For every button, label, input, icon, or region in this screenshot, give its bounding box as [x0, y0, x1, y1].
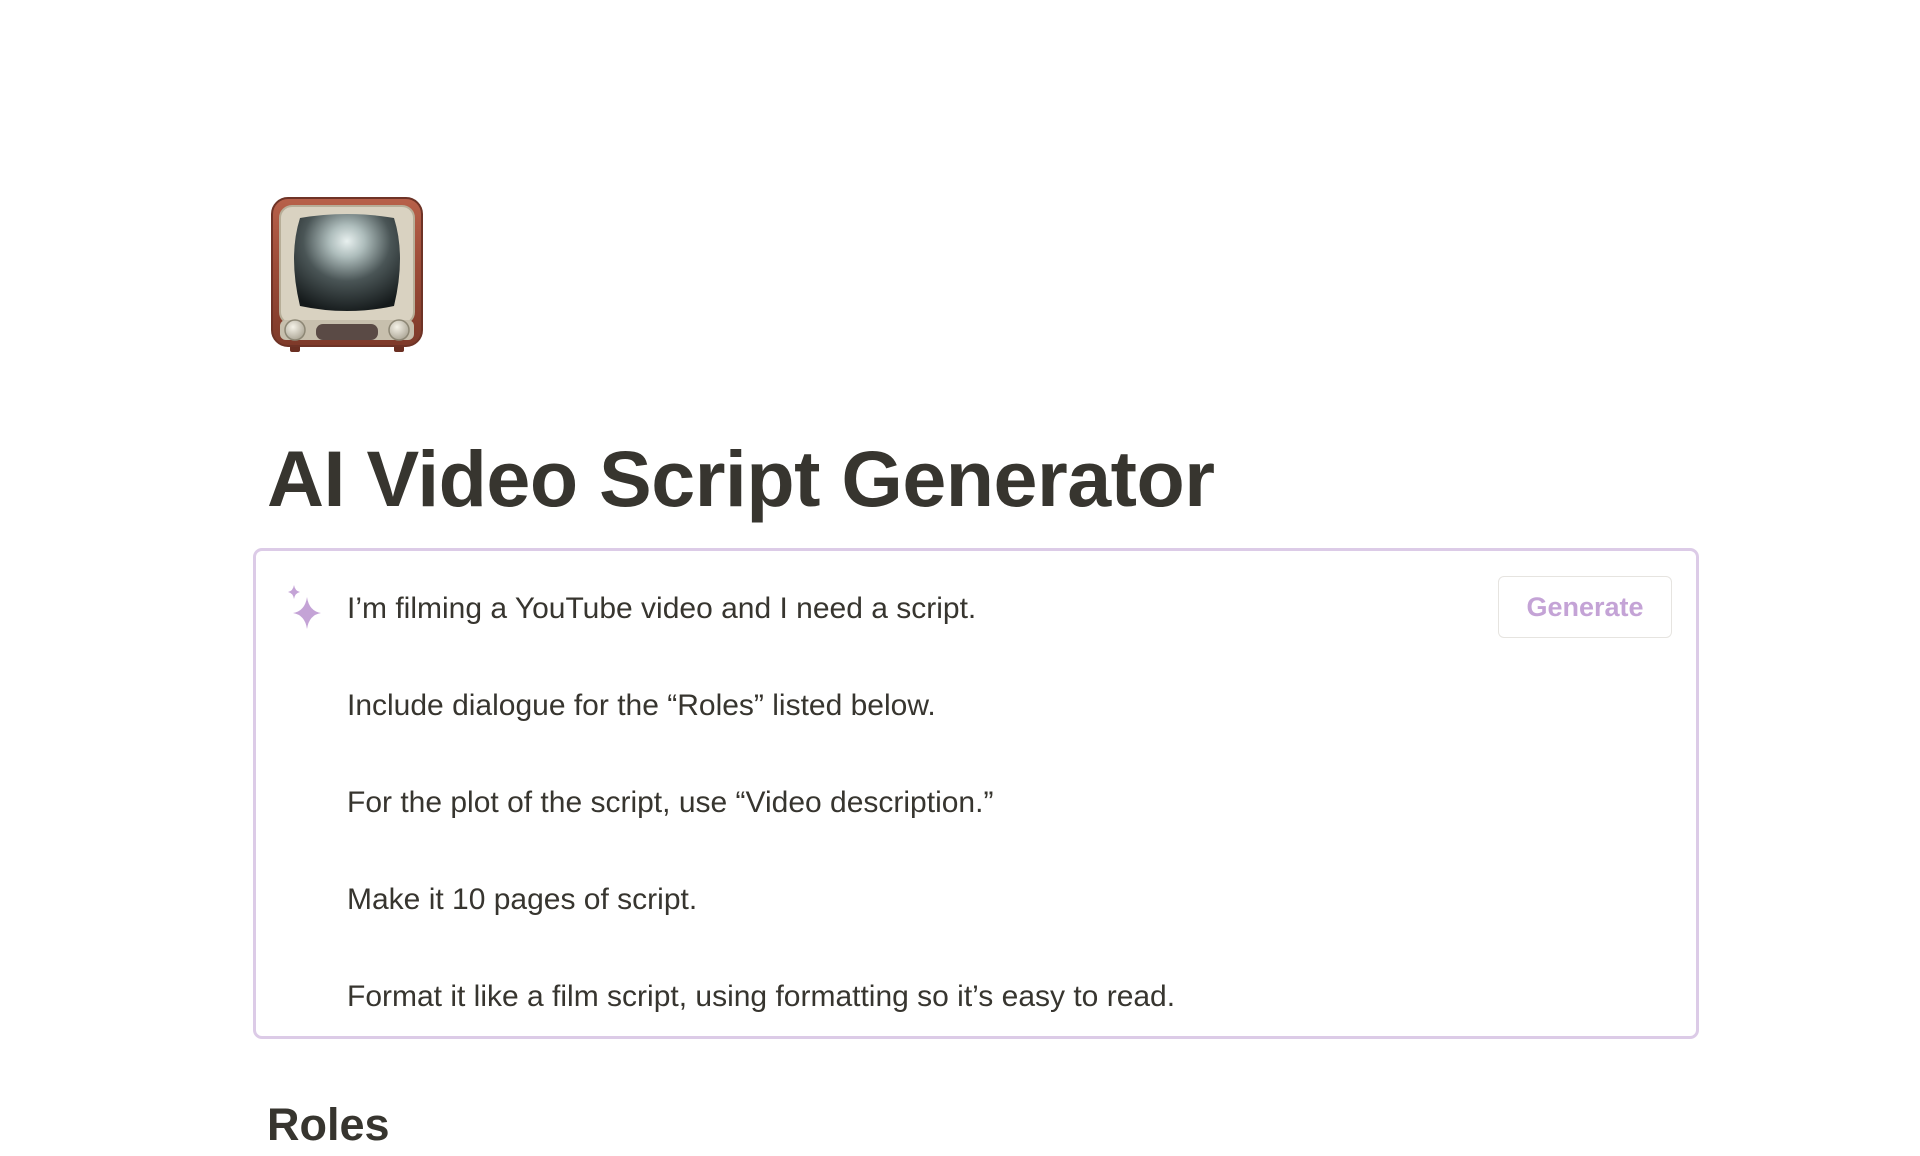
prompt-text[interactable]: I’m filming a YouTube video and I need a…	[347, 589, 1175, 1074]
prompt-line[interactable]: Make it 10 pages of script.	[347, 880, 1175, 920]
television-icon[interactable]	[270, 196, 424, 354]
prompt-line[interactable]: For the plot of the script, use “Video d…	[347, 783, 1175, 823]
generate-button[interactable]: Generate	[1498, 576, 1672, 638]
prompt-line[interactable]: Format it like a film script, using form…	[347, 977, 1175, 1017]
sparkle-icon	[285, 585, 325, 629]
page-title[interactable]: AI Video Script Generator	[267, 432, 1215, 527]
roles-heading[interactable]: Roles	[267, 1098, 390, 1152]
ai-prompt-block[interactable]: I’m filming a YouTube video and I need a…	[253, 548, 1699, 1039]
prompt-line[interactable]: I’m filming a YouTube video and I need a…	[347, 589, 1175, 629]
prompt-line[interactable]: Include dialogue for the “Roles” listed …	[347, 686, 1175, 726]
